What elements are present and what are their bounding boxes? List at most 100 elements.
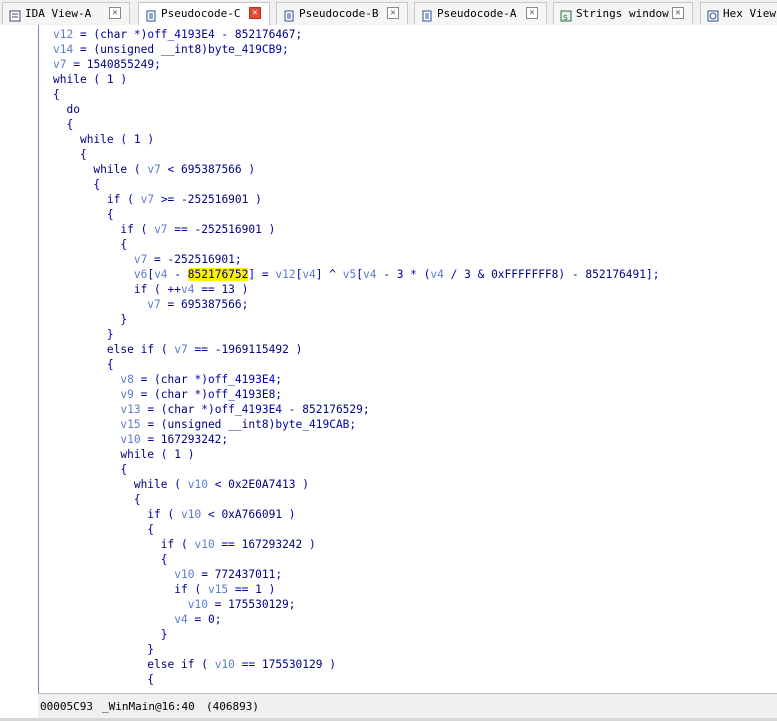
code-line[interactable]: 49 { [39, 462, 777, 477]
tab-hex-view-1[interactable]: Hex View-1 [700, 2, 777, 24]
code-line[interactable]: 38 v7 = 695387566; [39, 297, 777, 312]
code-text[interactable]: } [53, 642, 154, 657]
code-line[interactable]: 21v14 = (unsigned __int8)byte_419CB9; [39, 42, 777, 57]
code-text[interactable]: while ( 1 ) [53, 447, 194, 462]
code-text[interactable]: } [53, 312, 127, 327]
code-line[interactable]: 40 } [39, 327, 777, 342]
code-line[interactable]: 42 { [39, 357, 777, 372]
code-text[interactable]: v7 = 1540855249; [53, 57, 161, 72]
code-line[interactable]: 57 if ( v15 == 1 ) [39, 582, 777, 597]
code-text[interactable]: while ( v7 < 695387566 ) [53, 162, 255, 177]
code-line[interactable]: 45 v13 = (char *)off_4193E4 - 852176529; [39, 402, 777, 417]
code-line[interactable]: 56 v10 = 772437011; [39, 567, 777, 582]
code-text[interactable]: { [53, 357, 114, 372]
code-line[interactable]: 20v12 = (char *)off_4193E4 - 852176467; [39, 27, 777, 42]
code-line[interactable]: 25 do [39, 102, 777, 117]
code-text[interactable]: if ( v7 >= -252516901 ) [53, 192, 262, 207]
code-line[interactable]: 48 while ( 1 ) [39, 447, 777, 462]
code-line[interactable]: 33 if ( v7 == -252516901 ) [39, 222, 777, 237]
code-line[interactable]: 35 v7 = -252516901; [39, 252, 777, 267]
code-line[interactable]: 27 while ( 1 ) [39, 132, 777, 147]
tab-pseudocode-c[interactable]: Pseudocode-C ✕ [138, 2, 270, 25]
code-line[interactable]: 58 v10 = 175530129; [39, 597, 777, 612]
close-icon[interactable]: ✕ [387, 7, 399, 19]
code-text[interactable]: { [53, 552, 168, 567]
code-line[interactable]: 44 v9 = (char *)off_4193E8; [39, 387, 777, 402]
tab-ida-view-a[interactable]: IDA View-A ✕ [2, 2, 130, 24]
close-icon[interactable]: ✕ [526, 7, 538, 19]
code-text[interactable]: { [53, 237, 127, 252]
code-text[interactable]: v4 = 0; [53, 612, 221, 627]
code-text[interactable]: { [53, 522, 154, 537]
code-text[interactable]: { [53, 207, 114, 222]
code-text[interactable]: { [53, 492, 141, 507]
code-line[interactable]: 62 else if ( v10 == 175530129 ) [39, 657, 777, 672]
code-text[interactable]: v10 = 772437011; [53, 567, 282, 582]
code-line[interactable]: 31 if ( v7 >= -252516901 ) [39, 192, 777, 207]
code-line[interactable]: 53 { [39, 522, 777, 537]
code-line[interactable]: 46 v15 = (unsigned __int8)byte_419CAB; [39, 417, 777, 432]
code-text[interactable]: { [53, 87, 60, 102]
code-line[interactable]: 28 { [39, 147, 777, 162]
code-text[interactable]: v13 = (char *)off_4193E4 - 852176529; [53, 402, 369, 417]
code-line[interactable]: 59 v4 = 0; [39, 612, 777, 627]
code-text[interactable]: if ( v10 < 0xA766091 ) [53, 507, 295, 522]
pseudocode-view[interactable]: 20v12 = (char *)off_4193E4 - 852176467;2… [39, 25, 777, 693]
code-line[interactable]: 60 } [39, 627, 777, 642]
code-text[interactable]: while ( 1 ) [53, 72, 127, 87]
tab-pseudocode-b[interactable]: Pseudocode-B ✕ [276, 2, 408, 24]
code-text[interactable]: if ( v7 == -252516901 ) [53, 222, 275, 237]
code-line[interactable]: 24{ [39, 87, 777, 102]
code-text[interactable]: { [53, 147, 87, 162]
code-text[interactable]: while ( v10 < 0x2E0A7413 ) [53, 477, 309, 492]
code-text[interactable]: { [53, 177, 100, 192]
code-text[interactable]: v12 = (char *)off_4193E4 - 852176467; [53, 27, 302, 42]
code-text[interactable]: v7 = 695387566; [53, 297, 248, 312]
code-line[interactable]: 43 v8 = (char *)off_4193E4; [39, 372, 777, 387]
code-line[interactable]: 37 if ( ++v4 == 13 ) [39, 282, 777, 297]
code-line[interactable]: 26 { [39, 117, 777, 132]
code-text[interactable]: if ( v15 == 1 ) [53, 582, 275, 597]
close-icon[interactable]: ✕ [672, 7, 684, 19]
code-line[interactable]: 52 if ( v10 < 0xA766091 ) [39, 507, 777, 522]
code-text[interactable]: v6[v4 - 852176752] = v12[v4] ^ v5[v4 - 3… [53, 267, 659, 282]
close-icon[interactable]: ✕ [109, 7, 121, 19]
code-text[interactable]: } [53, 327, 114, 342]
code-line[interactable]: 61 } [39, 642, 777, 657]
code-line[interactable]: 34 { [39, 237, 777, 252]
code-line[interactable]: 30 { [39, 177, 777, 192]
code-text[interactable]: do [53, 102, 79, 117]
code-text[interactable]: v7 = -252516901; [53, 252, 242, 267]
code-line[interactable]: 47 v10 = 167293242; [39, 432, 777, 447]
code-line[interactable]: 41 else if ( v7 == -1969115492 ) [39, 342, 777, 357]
code-text[interactable]: if ( ++v4 == 13 ) [53, 282, 249, 297]
code-text[interactable]: v10 = 175530129; [53, 597, 296, 612]
code-line[interactable]: 50 while ( v10 < 0x2E0A7413 ) [39, 477, 777, 492]
code-text[interactable]: { [53, 117, 73, 132]
code-line[interactable]: 51 { [39, 492, 777, 507]
code-line[interactable]: 29 while ( v7 < 695387566 ) [39, 162, 777, 177]
tab-strings-window[interactable]: s Strings window ✕ [553, 2, 693, 24]
code-line[interactable]: 36 v6[v4 - 852176752] = v12[v4] ^ v5[v4 … [39, 267, 777, 282]
code-line[interactable]: 39 } [39, 312, 777, 327]
code-text[interactable]: { [53, 672, 154, 687]
code-text[interactable]: while ( 1 ) [53, 132, 154, 147]
code-line[interactable]: 22v7 = 1540855249; [39, 57, 777, 72]
code-line[interactable]: 32 { [39, 207, 777, 222]
code-text[interactable]: v10 = 167293242; [53, 432, 228, 447]
code-text[interactable]: v9 = (char *)off_4193E8; [53, 387, 282, 402]
code-line[interactable]: 54 if ( v10 == 167293242 ) [39, 537, 777, 552]
code-text[interactable]: v8 = (char *)off_4193E4; [53, 372, 282, 387]
code-text[interactable]: else if ( v7 == -1969115492 ) [53, 342, 302, 357]
code-text[interactable]: { [53, 462, 127, 477]
code-text[interactable]: if ( v10 == 167293242 ) [53, 537, 316, 552]
code-line[interactable]: 55 { [39, 552, 777, 567]
code-text[interactable]: v15 = (unsigned __int8)byte_419CAB; [53, 417, 356, 432]
code-line[interactable]: 23while ( 1 ) [39, 72, 777, 87]
code-line[interactable]: 63 { [39, 672, 777, 687]
code-text[interactable]: } [53, 627, 168, 642]
close-icon[interactable]: ✕ [249, 7, 261, 19]
code-text[interactable]: v14 = (unsigned __int8)byte_419CB9; [53, 42, 289, 57]
tab-pseudocode-a[interactable]: Pseudocode-A ✕ [414, 2, 547, 24]
code-text[interactable]: else if ( v10 == 175530129 ) [53, 657, 336, 672]
